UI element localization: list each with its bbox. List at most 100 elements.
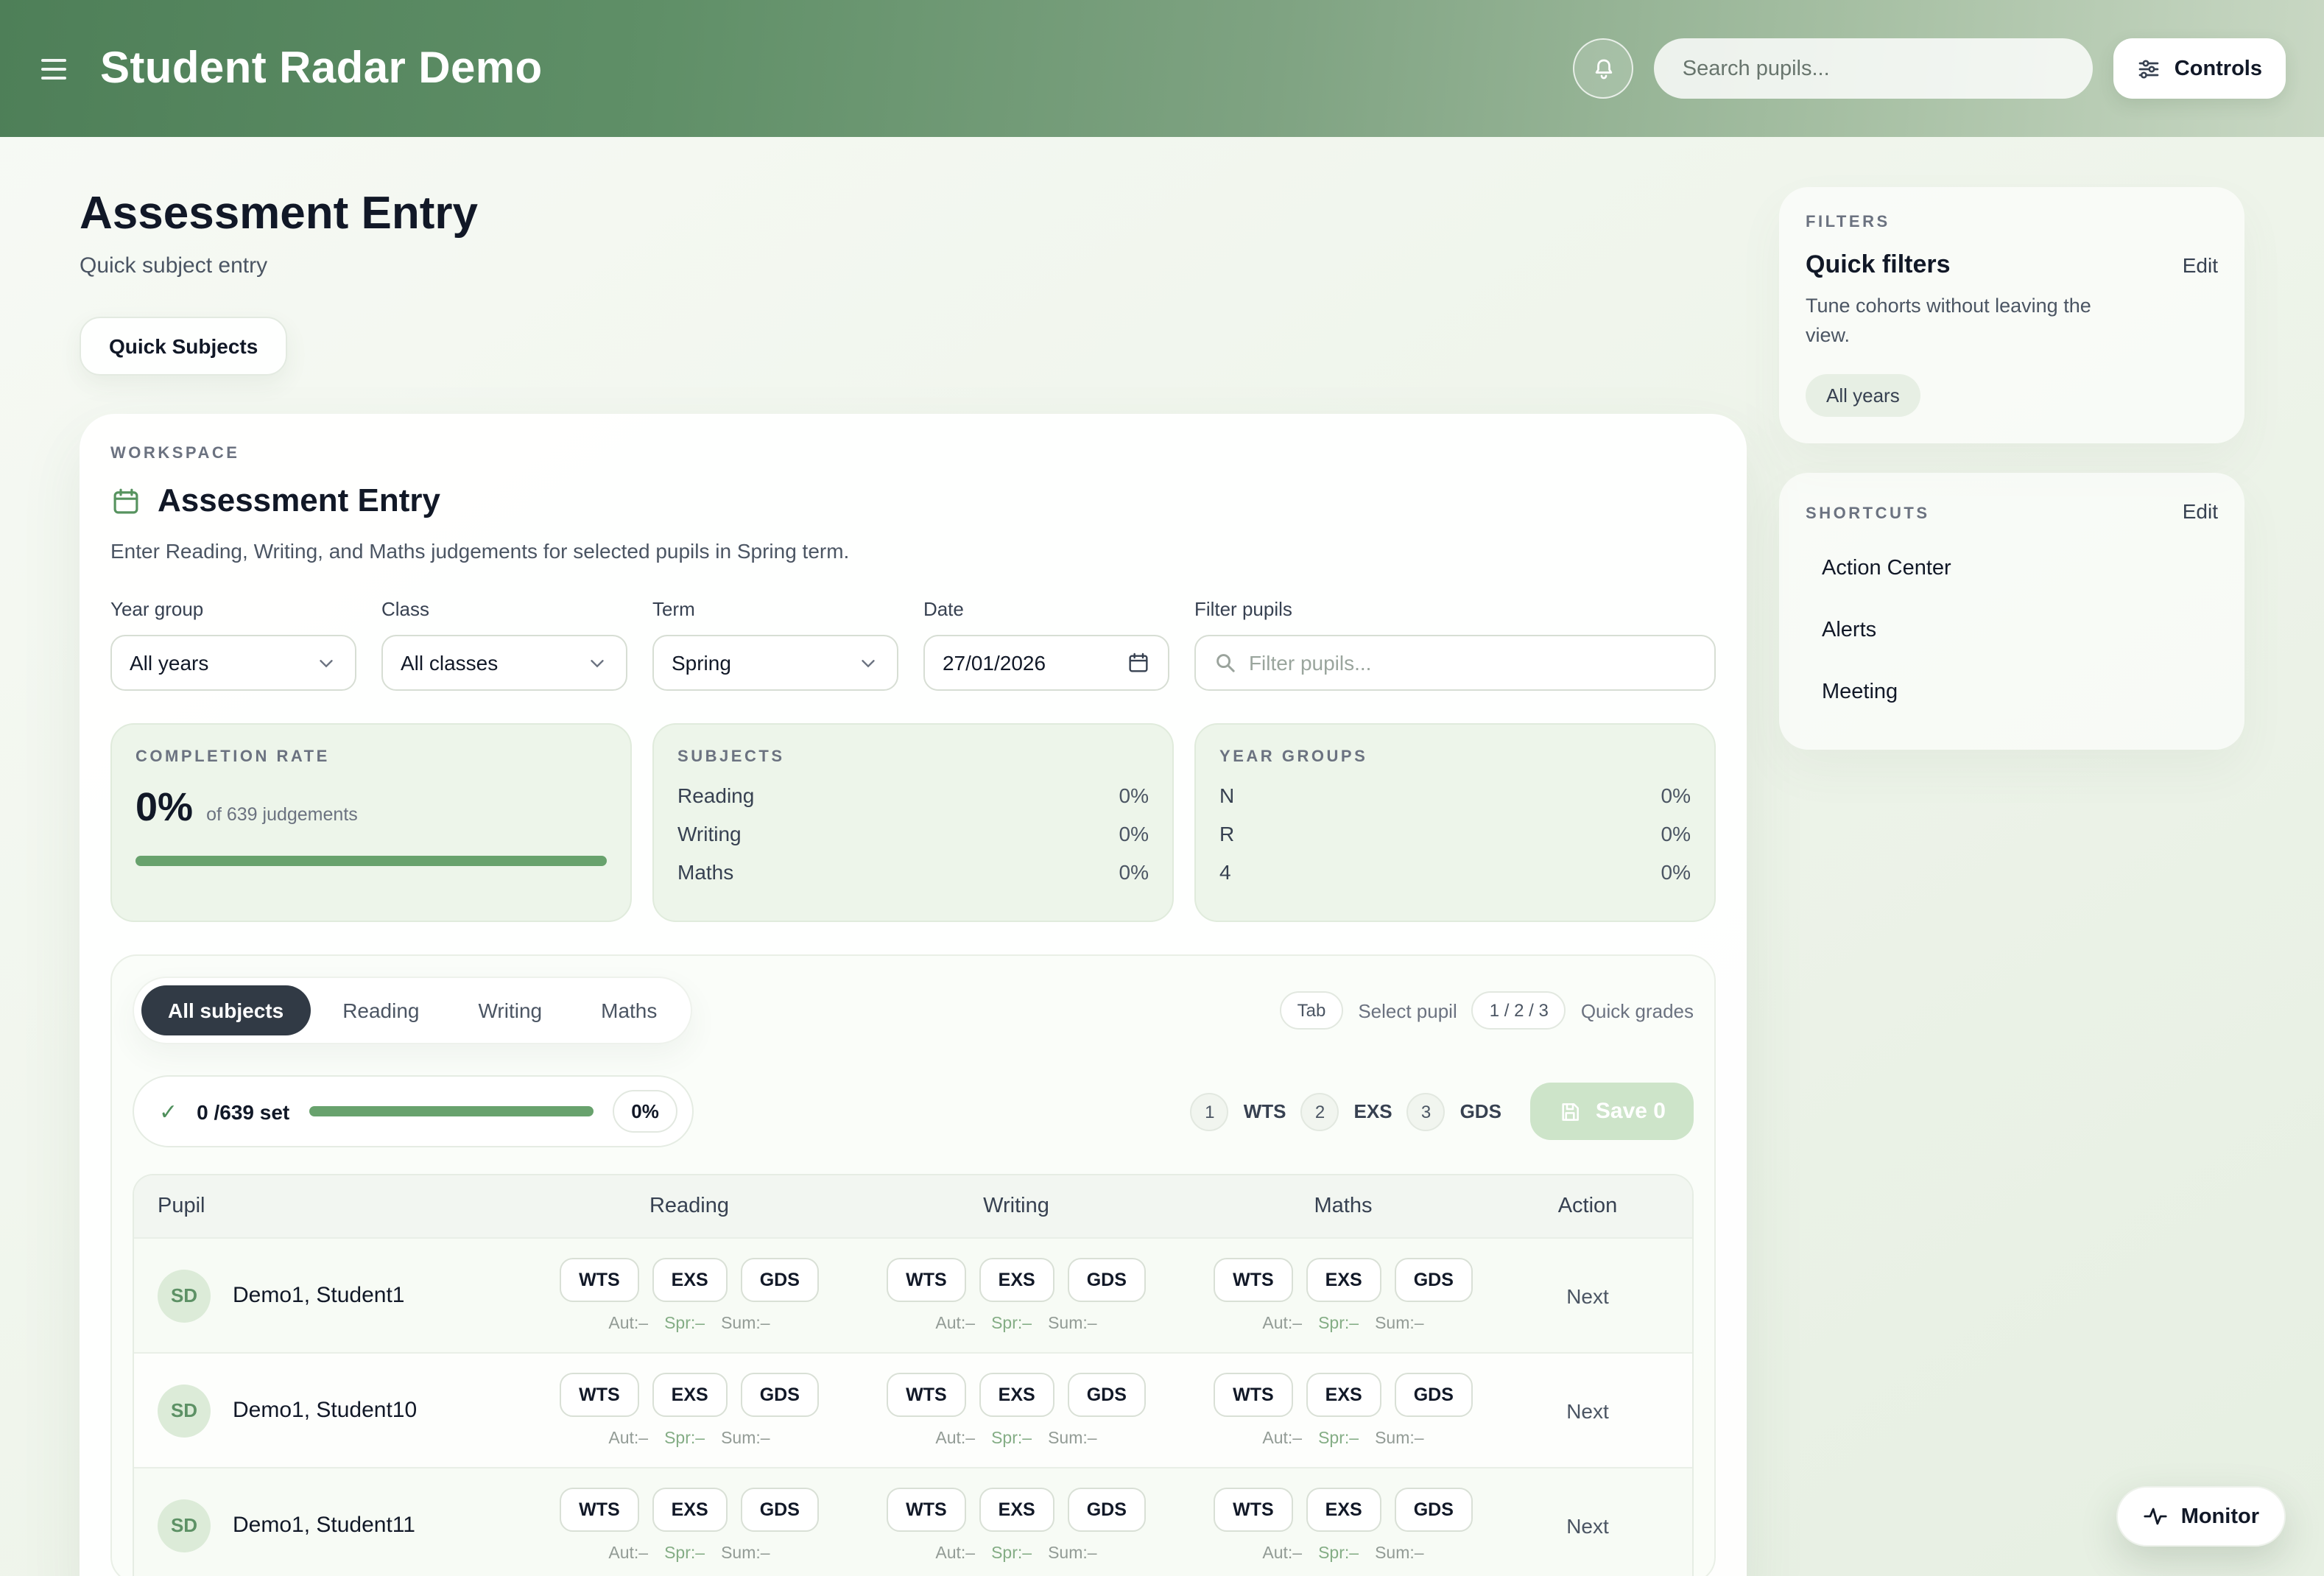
grade-button-wts[interactable]: WTS	[560, 1373, 639, 1417]
sliders-icon	[2138, 57, 2161, 80]
entry-grid-panel: All subjectsReadingWritingMaths Tab Sele…	[110, 954, 1716, 1576]
notifications-button[interactable]	[1574, 38, 1634, 99]
main-area: Assessment Entry Quick subject entry Qui…	[0, 137, 2324, 1576]
grade-button-gds[interactable]: GDS	[1068, 1258, 1146, 1302]
grade-button-wts[interactable]: WTS	[1214, 1373, 1293, 1417]
grade-button-wts[interactable]: WTS	[560, 1258, 639, 1302]
entry-percent-badge: 0%	[612, 1090, 678, 1133]
stat-value: 0%	[1661, 860, 1691, 884]
term-mark: Spr:–	[664, 1430, 705, 1448]
search-input[interactable]	[1655, 38, 2094, 99]
pupil-cell: SDDemo1, Student10	[158, 1384, 526, 1437]
stat-name: Maths	[677, 860, 733, 884]
grade-button-gds[interactable]: GDS	[741, 1258, 819, 1302]
class-select[interactable]: All classes	[381, 635, 627, 691]
filter-pupils-input-wrap[interactable]	[1194, 635, 1716, 691]
col-reading: Reading	[526, 1195, 853, 1218]
quick-subjects-button[interactable]: Quick Subjects	[80, 317, 287, 376]
class-label: Class	[381, 598, 627, 620]
grade-button-gds[interactable]: GDS	[1395, 1258, 1473, 1302]
topbar-actions: Controls	[1574, 38, 2286, 99]
check-icon: ✓	[159, 1098, 177, 1125]
grade-cell: WTSEXSGDSAut:–Spr:–Sum:–	[853, 1258, 1180, 1333]
grade-button-gds[interactable]: GDS	[1395, 1373, 1473, 1417]
stat-value: 0%	[1119, 822, 1149, 845]
next-pupil-link[interactable]: Next	[1507, 1399, 1669, 1422]
date-label: Date	[923, 598, 1169, 620]
entry-progress-row: ✓ 0 /639 set 0% 1WTS2EXS3GDS	[133, 1075, 1694, 1147]
grade-button-gds[interactable]: GDS	[741, 1488, 819, 1532]
grade-key-label: GDS	[1460, 1100, 1501, 1122]
col-pupil: Pupil	[158, 1195, 526, 1218]
grade-button-exs[interactable]: EXS	[1306, 1373, 1381, 1417]
grade-button-gds[interactable]: GDS	[1068, 1373, 1146, 1417]
next-pupil-link[interactable]: Next	[1507, 1284, 1669, 1307]
term-mark: Spr:–	[1318, 1430, 1359, 1448]
shortcuts-edit-link[interactable]: Edit	[2183, 499, 2218, 522]
grade-cell: WTSEXSGDSAut:–Spr:–Sum:–	[853, 1488, 1180, 1563]
grade-button-gds[interactable]: GDS	[1068, 1488, 1146, 1532]
grade-button-exs[interactable]: EXS	[652, 1258, 728, 1302]
filter-chips: All years	[1806, 351, 2218, 416]
grade-key-legend: 1WTS2EXS3GDS	[1191, 1092, 1501, 1130]
stat-value: 0%	[1119, 784, 1149, 807]
class-value: All classes	[401, 651, 498, 675]
page-subtitle: Quick subject entry	[80, 253, 1747, 278]
grade-button-wts[interactable]: WTS	[887, 1488, 966, 1532]
save-button[interactable]: Save 0	[1531, 1083, 1694, 1140]
yeargroups-stat-rows: N0%R0%40%	[1219, 784, 1691, 884]
chevron-down-icon	[315, 652, 337, 674]
grade-button-wts[interactable]: WTS	[1214, 1258, 1293, 1302]
grade-button-gds[interactable]: GDS	[741, 1373, 819, 1417]
grade-cell: WTSEXSGDSAut:–Spr:–Sum:–	[526, 1488, 853, 1563]
year-group-select[interactable]: All years	[110, 635, 356, 691]
col-action: Action	[1507, 1195, 1669, 1218]
filter-pupils-input[interactable]	[1249, 651, 1697, 675]
tab-maths[interactable]: Maths	[574, 985, 683, 1035]
term-mark: Aut:–	[935, 1430, 975, 1448]
grade-buttons: WTS EXS GDS	[560, 1488, 819, 1532]
quick-filters-title: Quick filters	[1806, 250, 2122, 280]
grade-button-wts[interactable]: WTS	[560, 1488, 639, 1532]
menu-button[interactable]	[38, 52, 77, 85]
table-row: SDDemo1, Student11WTSEXSGDSAut:–Spr:–Sum…	[134, 1467, 1692, 1576]
grade-button-exs[interactable]: EXS	[1306, 1258, 1381, 1302]
stat-value: 0%	[1661, 784, 1691, 807]
grade-buttons: WTS EXS GDS	[1214, 1373, 1473, 1417]
bell-icon	[1591, 55, 1617, 82]
entry-progress-pill: ✓ 0 /639 set 0%	[133, 1075, 694, 1147]
shortcut-item-action-center[interactable]: Action Center	[1806, 537, 2218, 599]
stat-name: Reading	[677, 784, 754, 807]
grade-button-exs[interactable]: EXS	[979, 1488, 1054, 1532]
grade-button-wts[interactable]: WTS	[887, 1258, 966, 1302]
grade-button-exs[interactable]: EXS	[652, 1373, 728, 1417]
tab-reading[interactable]: Reading	[316, 985, 446, 1035]
next-pupil-link[interactable]: Next	[1507, 1513, 1669, 1537]
term-select[interactable]: Spring	[652, 635, 898, 691]
term-mark: Sum:–	[721, 1430, 770, 1448]
monitor-button[interactable]: Monitor	[2116, 1486, 2286, 1547]
grade-button-exs[interactable]: EXS	[979, 1258, 1054, 1302]
tab-all-subjects[interactable]: All subjects	[141, 985, 310, 1035]
term-mark: Spr:–	[991, 1545, 1032, 1563]
date-input[interactable]: 27/01/2026	[923, 635, 1169, 691]
date-value: 27/01/2026	[943, 651, 1046, 675]
assessment-form: Year group All years Class All classes	[110, 598, 1716, 691]
filters-edit-link[interactable]: Edit	[2183, 253, 2218, 277]
grade-button-wts[interactable]: WTS	[1214, 1488, 1293, 1532]
shortcut-item-meeting[interactable]: Meeting	[1806, 661, 2218, 722]
calendar-icon	[110, 485, 141, 516]
tab-writing[interactable]: Writing	[452, 985, 569, 1035]
col-maths: Maths	[1180, 1195, 1507, 1218]
grade-button-exs[interactable]: EXS	[652, 1488, 728, 1532]
grade-button-gds[interactable]: GDS	[1395, 1488, 1473, 1532]
filters-eyebrow: FILTERS	[1806, 214, 2218, 231]
controls-button[interactable]: Controls	[2114, 38, 2286, 99]
term-mark: Aut:–	[1262, 1545, 1302, 1563]
grade-button-wts[interactable]: WTS	[887, 1373, 966, 1417]
grade-button-exs[interactable]: EXS	[979, 1373, 1054, 1417]
term-marks: Aut:–Spr:–Sum:–	[1262, 1315, 1423, 1333]
grade-button-exs[interactable]: EXS	[1306, 1488, 1381, 1532]
filter-chip-all-years[interactable]: All years	[1806, 373, 1920, 416]
shortcut-item-alerts[interactable]: Alerts	[1806, 599, 2218, 661]
